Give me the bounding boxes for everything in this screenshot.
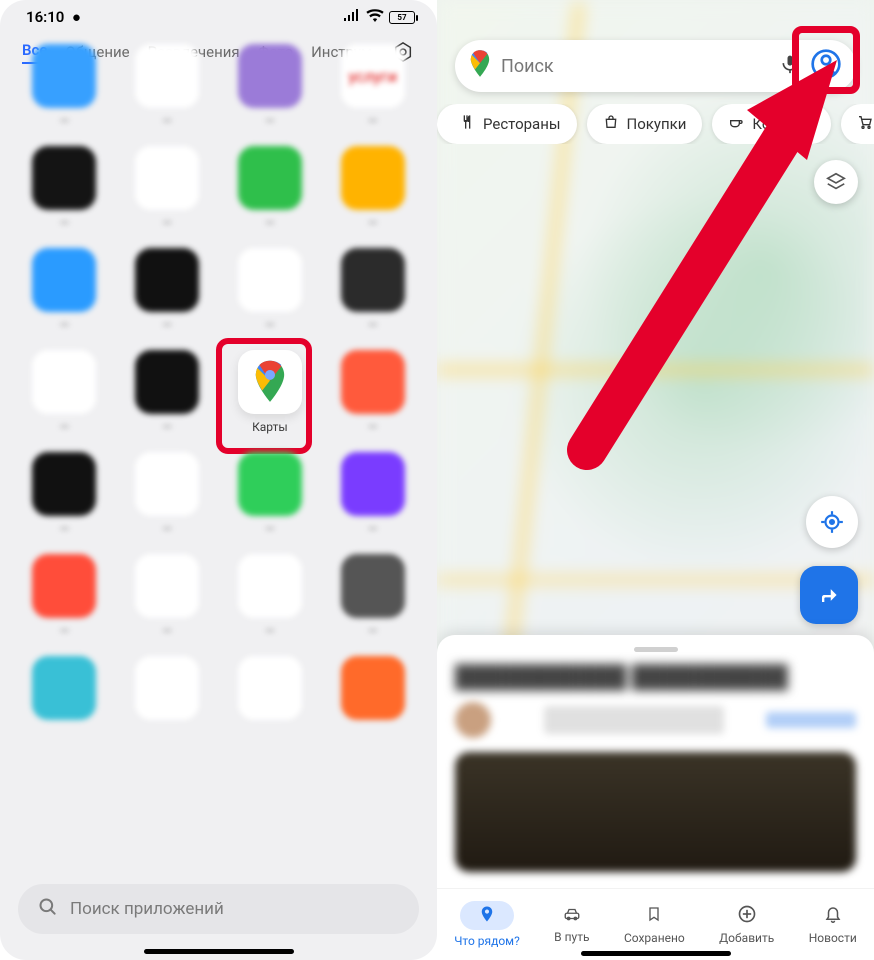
app-drawer-screen: 16:10 ● 57 Все Общение Развлечения Фото … [0,0,437,960]
nav-label: Новости [809,931,857,945]
author-avatar[interactable] [455,702,491,738]
chip-label: Кофейни [752,115,815,133]
app-generic[interactable]: — [121,248,214,332]
app-generic[interactable]: — [18,44,111,128]
map-search-placeholder: Поиск [501,56,770,77]
chip-restaurants[interactable]: Рестораны [437,104,577,144]
restaurant-icon [459,114,475,134]
explore-sheet[interactable]: ███████████ ██████████ [437,635,874,888]
sheet-handle[interactable] [634,647,678,652]
cart-icon [857,114,873,134]
nav-label: Добавить [719,931,774,945]
app-generic[interactable]: — [326,554,419,638]
account-avatar[interactable] [810,48,842,84]
nav-label: Сохранено [624,931,685,945]
battery-icon: 57 [389,11,415,24]
plus-circle-icon [737,904,757,927]
app-generic[interactable]: — [326,452,419,536]
app-generic[interactable]: — [121,44,214,128]
nav-updates[interactable]: Новости [809,904,857,945]
home-indicator[interactable] [144,949,294,954]
pin-icon [460,901,514,930]
app-generic[interactable]: — [224,146,317,230]
bell-icon [824,904,842,927]
maps-logo-icon [469,50,491,82]
app-generic[interactable]: — [121,452,214,536]
app-generic[interactable]: — [18,146,111,230]
chip-shopping[interactable]: Покупки [587,104,703,144]
category-chips[interactable]: Рестораны Покупки Кофейни П [437,104,874,144]
app-generic[interactable] [326,656,419,736]
sheet-author-row[interactable] [455,702,856,738]
nav-label: Что рядом? [454,934,520,948]
google-maps-screen: Поиск Рестораны Покупки Кофейни [437,0,874,960]
author-name [544,706,724,734]
nav-go[interactable]: В путь [554,905,589,944]
maps-icon [238,350,302,414]
chip-label: Покупки [627,115,687,133]
chip-coffee[interactable]: Кофейни [712,104,831,144]
app-generic[interactable]: — [121,554,214,638]
app-generic[interactable] [18,656,111,736]
app-generic[interactable]: — [18,350,111,434]
directions-button[interactable] [800,566,858,624]
chip-label: Рестораны [483,115,561,133]
app-generic[interactable]: — [326,350,419,434]
app-search-placeholder: Поиск приложений [70,899,224,919]
maps-label: Карты [252,420,288,434]
app-generic[interactable]: услуги— [326,44,419,128]
app-generic[interactable] [121,656,214,736]
nav-label: В путь [554,930,589,944]
app-generic[interactable]: — [18,452,111,536]
app-grid[interactable]: — — — услуги— — — — — — — — — — — [0,76,437,736]
app-generic[interactable]: — [121,350,214,434]
locate-me-button[interactable] [806,496,858,548]
app-generic[interactable]: — [224,248,317,332]
app-generic[interactable]: — [326,248,419,332]
app-generic[interactable]: — [326,146,419,230]
home-indicator[interactable] [581,951,731,956]
layers-button[interactable] [814,160,858,204]
app-generic[interactable]: — [18,554,111,638]
map-search-bar[interactable]: Поиск [455,40,856,92]
sheet-photo[interactable] [455,752,856,872]
app-generic[interactable]: — [224,452,317,536]
coffee-icon [728,114,744,134]
app-generic[interactable]: — [224,44,317,128]
google-maps-app[interactable]: Карты [224,350,317,434]
app-generic[interactable]: — [18,248,111,332]
nav-saved[interactable]: Сохранено [624,904,685,945]
status-bar: 16:10 ● 57 [0,0,437,32]
nav-contribute[interactable]: Добавить [719,904,774,945]
app-search-input[interactable]: Поиск приложений [18,884,419,934]
app-generic[interactable] [224,656,317,736]
wifi-icon [366,8,384,26]
car-icon [562,905,582,926]
mic-icon[interactable] [780,53,800,79]
bookmark-icon [646,904,662,927]
app-generic[interactable]: — [121,146,214,230]
signal-icon [343,8,361,26]
bottom-nav: Что рядом? В путь Сохранено Добавить Нов… [437,888,874,960]
search-icon [38,897,58,922]
sheet-title: ███████████ ██████████ [455,664,856,690]
nav-explore[interactable]: Что рядом? [454,901,520,948]
chip-more[interactable]: П [841,104,874,144]
follow-link[interactable] [766,712,856,728]
app-generic[interactable]: — [224,554,317,638]
status-time: 16:10 ● [26,8,81,26]
shopping-icon [603,114,619,134]
